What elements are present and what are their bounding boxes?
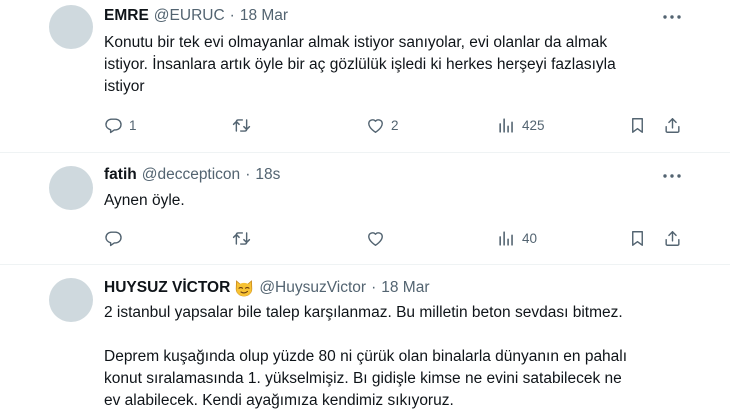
like-button[interactable] [366,227,391,249]
more-options-icon[interactable] [661,6,683,28]
retweet-icon [232,231,251,245]
separator: · [371,279,377,296]
timestamp[interactable]: 18s [255,166,280,184]
tweet-text-line: istiyor [104,78,145,95]
tweet-text-line: istiyor. İnsanlara artık öyle bir aç göz… [104,56,616,73]
heart-icon [368,231,383,246]
avatar[interactable] [49,166,93,210]
tweet-huysuz-victor[interactable]: HUYSUZ VİCTOR @HuysuzVictor · 18 Mar 2 i… [0,265,730,420]
tweet-header: HUYSUZ VİCTOR @HuysuzVictor · 18 Mar [104,277,430,299]
tweet-text: Konutu bir tek evi olmayanlar almak isti… [104,32,704,98]
tweet-text-line: ev alabilecek. Kendi ayağımıza kendimiz … [104,392,454,409]
avatar[interactable] [49,5,93,49]
tweet-emre[interactable]: EMRE @EURUC · 18 Mar Konutu bir tek evi … [0,0,730,152]
tweet-header: EMRE @EURUC · 18 Mar [104,5,288,27]
view-count: 425 [522,117,545,133]
views-button[interactable]: 40 [497,227,537,249]
timestamp[interactable]: 18 Mar [240,7,288,25]
reply-button[interactable] [104,227,129,249]
tweet-text-line: Aynen öyle. [104,192,185,209]
view-count: 40 [522,230,538,246]
tweet-text-line: 2 istanbul yapsalar bile talep karşılanm… [104,304,623,321]
tweet-text: 2 istanbul yapsalar bile talep karşılanm… [104,302,704,412]
reply-icon [105,230,122,246]
reply-button[interactable]: 1 [104,114,137,136]
analytics-icon [499,117,513,133]
tweet-header: fatih @deccepticon · 18s [104,164,280,186]
author-handle[interactable]: @deccepticon [142,166,240,184]
tweet-actions: 40 [0,227,730,249]
share-icon [665,230,680,246]
tweet-text-line: Konutu bir tek evi olmayanlar almak isti… [104,34,608,51]
like-button[interactable]: 2 [366,114,399,136]
analytics-icon [499,230,513,246]
separator: · [229,7,235,24]
tweet-text-line: Deprem kuşağında olup yüzde 80 ni çürük … [104,348,628,365]
more-options-icon[interactable] [661,165,683,187]
avatar[interactable] [49,278,93,322]
share-button[interactable] [663,227,682,249]
share-button[interactable] [663,114,682,136]
bookmark-button[interactable] [628,114,647,136]
author-name[interactable]: HUYSUZ VİCTOR [104,279,230,297]
heart-icon [368,118,383,133]
like-count: 2 [391,117,399,133]
reply-icon [105,117,122,133]
smirking-cat-emoji [234,278,254,298]
tweet-actions: 1 2 425 [0,114,730,136]
author-handle[interactable]: @HuysuzVictor [259,279,366,297]
bookmark-icon [632,230,643,246]
author-name[interactable]: fatih [104,166,137,184]
bookmark-button[interactable] [628,227,647,249]
separator: · [245,166,251,183]
retweet-icon [232,118,251,132]
views-button[interactable]: 425 [497,114,545,136]
retweet-button[interactable] [232,114,257,136]
reply-count: 1 [129,117,137,133]
tweet-fatih[interactable]: fatih @deccepticon · 18s Aynen öyle. 40 [0,153,730,263]
tweet-text: Aynen öyle. [104,190,704,212]
retweet-button[interactable] [232,227,257,249]
tweet-text-line: konut sıralamasında 1. yükselmişiz. Bı g… [104,370,622,387]
author-handle[interactable]: @EURUC [154,7,225,25]
share-icon [665,117,680,133]
bookmark-icon [632,117,643,133]
author-name[interactable]: EMRE [104,7,149,25]
timestamp[interactable]: 18 Mar [381,279,429,297]
